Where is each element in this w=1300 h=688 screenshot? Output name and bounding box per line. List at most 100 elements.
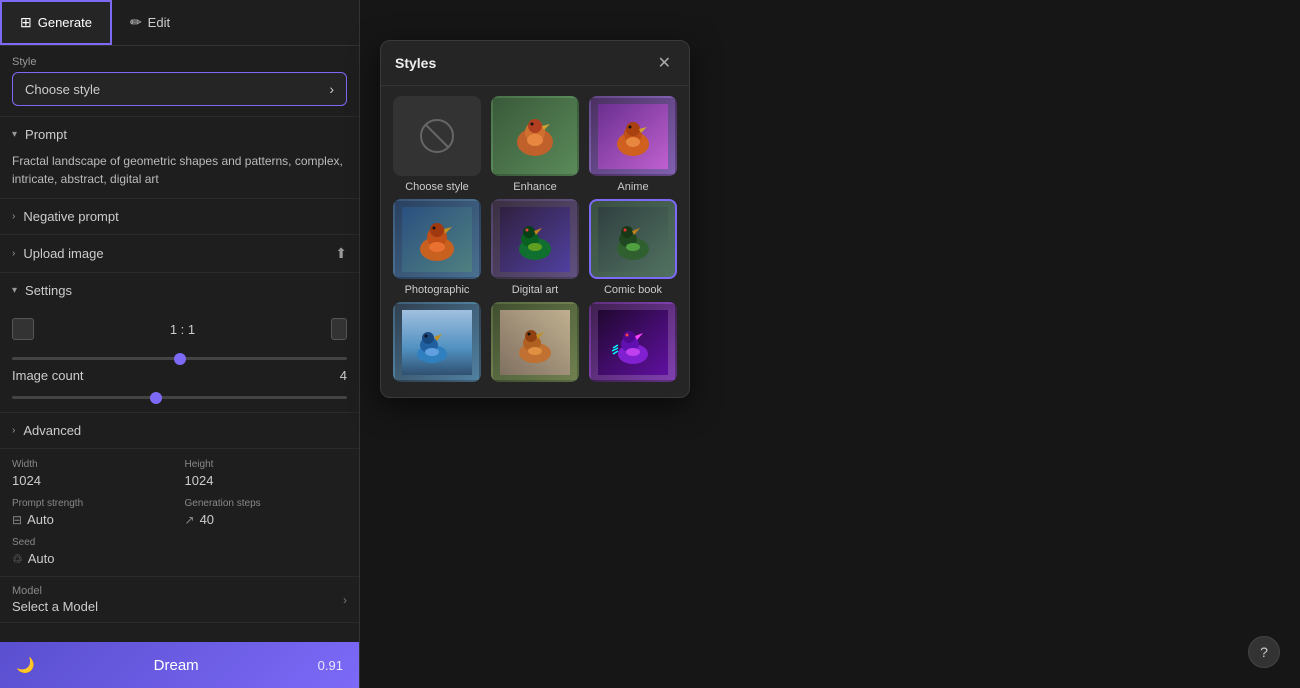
style-thumb-comic-book: [589, 199, 677, 279]
style-item-enhance[interactable]: Enhance: [489, 96, 581, 193]
negative-prompt-chevron-icon: ›: [12, 211, 15, 222]
dream-icon: 🌙: [16, 656, 35, 674]
height-label: Height: [185, 459, 348, 470]
negative-prompt-header-left: › Negative prompt: [12, 209, 119, 224]
model-label: Model: [12, 585, 98, 597]
seed-label: Seed: [12, 537, 175, 548]
ratio-row: 1 : 1: [12, 318, 347, 340]
ratio-slider[interactable]: [12, 357, 347, 360]
count-row: Image count 4: [12, 368, 347, 383]
style-item-7[interactable]: [391, 302, 483, 387]
seed-value: Auto: [28, 551, 55, 566]
no-style-icon: [417, 116, 457, 156]
sliders-icon: ⊟: [12, 513, 22, 527]
style-thumb-9: [589, 302, 677, 382]
prompt-header-left: ▾ Prompt: [12, 127, 67, 142]
tab-generate[interactable]: ⊞ Generate: [0, 0, 112, 45]
modal-header: Styles ✕: [381, 41, 689, 86]
chevron-right-icon: ›: [329, 81, 334, 97]
prompt-strength-field: Prompt strength ⊟ Auto: [12, 498, 175, 527]
style-name-comic-book: Comic book: [604, 284, 662, 296]
settings-header[interactable]: ▾ Settings: [0, 273, 359, 308]
ratio-box-square: [12, 318, 34, 340]
bird-photographic-svg: [402, 207, 472, 272]
height-field: Height 1024: [185, 459, 348, 488]
prompt-strength-label: Prompt strength: [12, 498, 175, 509]
seed-value-wrap: ♲ Auto: [12, 551, 175, 566]
image-count-label: Image count: [12, 368, 84, 383]
ratio-label: 1 : 1: [170, 322, 195, 337]
settings-chevron-icon: ▾: [12, 285, 17, 296]
prompt-label: Prompt: [25, 127, 67, 142]
negative-prompt-section: › Negative prompt: [0, 199, 359, 235]
steps-icon: ↗: [185, 513, 195, 527]
prompt-content[interactable]: Fractal landscape of geometric shapes an…: [0, 152, 359, 198]
width-value: 1024: [12, 473, 175, 488]
help-label: ?: [1260, 644, 1268, 660]
negative-prompt-header[interactable]: › Negative prompt: [0, 199, 359, 234]
style-item-8[interactable]: [489, 302, 581, 387]
dream-button[interactable]: 🌙 Dream 0.91: [0, 642, 359, 688]
prompt-strength-value: Auto: [27, 512, 54, 527]
tab-edit[interactable]: ✏ Edit: [112, 0, 188, 45]
upload-image-section: › Upload image ⬆: [0, 235, 359, 273]
upload-image-header-left: › Upload image: [12, 246, 104, 261]
settings-section: ▾ Settings 1 : 1 Image count 4: [0, 273, 359, 413]
style-name-photographic: Photographic: [405, 284, 470, 296]
upload-image-label: Upload image: [23, 246, 103, 261]
style-name-enhance: Enhance: [513, 181, 556, 193]
bird-7-svg: [402, 310, 472, 375]
settings-header-left: ▾ Settings: [12, 283, 72, 298]
styles-modal: Styles ✕ Choose style: [380, 40, 690, 398]
bird-enhance-svg: [500, 104, 570, 169]
style-thumb-8: [491, 302, 579, 382]
width-label: Width: [12, 459, 175, 470]
generation-steps-value: 40: [200, 512, 214, 527]
model-value: Select a Model: [12, 599, 98, 614]
style-name-digital-art: Digital art: [512, 284, 558, 296]
style-item-digital-art[interactable]: Digital art: [489, 199, 581, 296]
generation-steps-value-wrap: ↗ 40: [185, 512, 348, 527]
style-name-anime: Anime: [617, 181, 648, 193]
style-thumb-digital-art: [491, 199, 579, 279]
style-item-none[interactable]: Choose style: [391, 96, 483, 193]
bird-digital-art-svg: [500, 207, 570, 272]
model-section[interactable]: Model Select a Model ›: [0, 577, 359, 623]
modal-title: Styles: [395, 55, 436, 71]
style-name-none: Choose style: [405, 181, 469, 193]
model-chevron-icon: ›: [343, 593, 347, 607]
style-item-comic-book[interactable]: Comic book: [587, 199, 679, 296]
style-thumb-7: [393, 302, 481, 382]
main-area: Styles ✕ Choose style: [360, 0, 1300, 688]
style-thumb-none: [393, 96, 481, 176]
prompt-header[interactable]: ▾ Prompt: [0, 117, 359, 152]
seed-icon: ♲: [12, 552, 23, 566]
style-thumb-anime: [589, 96, 677, 176]
styles-grid: Choose style E: [381, 86, 689, 397]
modal-close-button[interactable]: ✕: [654, 53, 675, 73]
style-section: Style Choose style ›: [0, 46, 359, 117]
negative-prompt-label: Negative prompt: [23, 209, 118, 224]
upload-icon: ⬆: [335, 245, 347, 262]
tab-generate-label: Generate: [38, 15, 92, 30]
bird-9-svg: [598, 310, 668, 375]
upload-image-header[interactable]: › Upload image ⬆: [0, 235, 359, 272]
generation-steps-field: Generation steps ↗ 40: [185, 498, 348, 527]
advanced-header[interactable]: › Advanced: [0, 413, 359, 449]
edit-icon: ✏: [130, 14, 142, 31]
fields-grid: Width 1024 Height 1024 Prompt strength ⊟…: [0, 449, 359, 577]
sidebar: ⊞ Generate ✏ Edit Style Choose style › ▾…: [0, 0, 360, 688]
image-count-value: 4: [340, 368, 347, 383]
prompt-section: ▾ Prompt Fractal landscape of geometric …: [0, 117, 359, 199]
style-selector-button[interactable]: Choose style ›: [12, 72, 347, 106]
style-thumb-enhance: [491, 96, 579, 176]
style-item-photographic[interactable]: Photographic: [391, 199, 483, 296]
settings-content: 1 : 1 Image count 4: [0, 308, 359, 412]
advanced-chevron-icon: ›: [12, 425, 15, 436]
style-item-9[interactable]: [587, 302, 679, 387]
prompt-strength-value-wrap: ⊟ Auto: [12, 512, 175, 527]
style-item-anime[interactable]: Anime: [587, 96, 679, 193]
image-count-slider[interactable]: [12, 396, 347, 399]
width-field: Width 1024: [12, 459, 175, 488]
help-button[interactable]: ?: [1248, 636, 1280, 668]
